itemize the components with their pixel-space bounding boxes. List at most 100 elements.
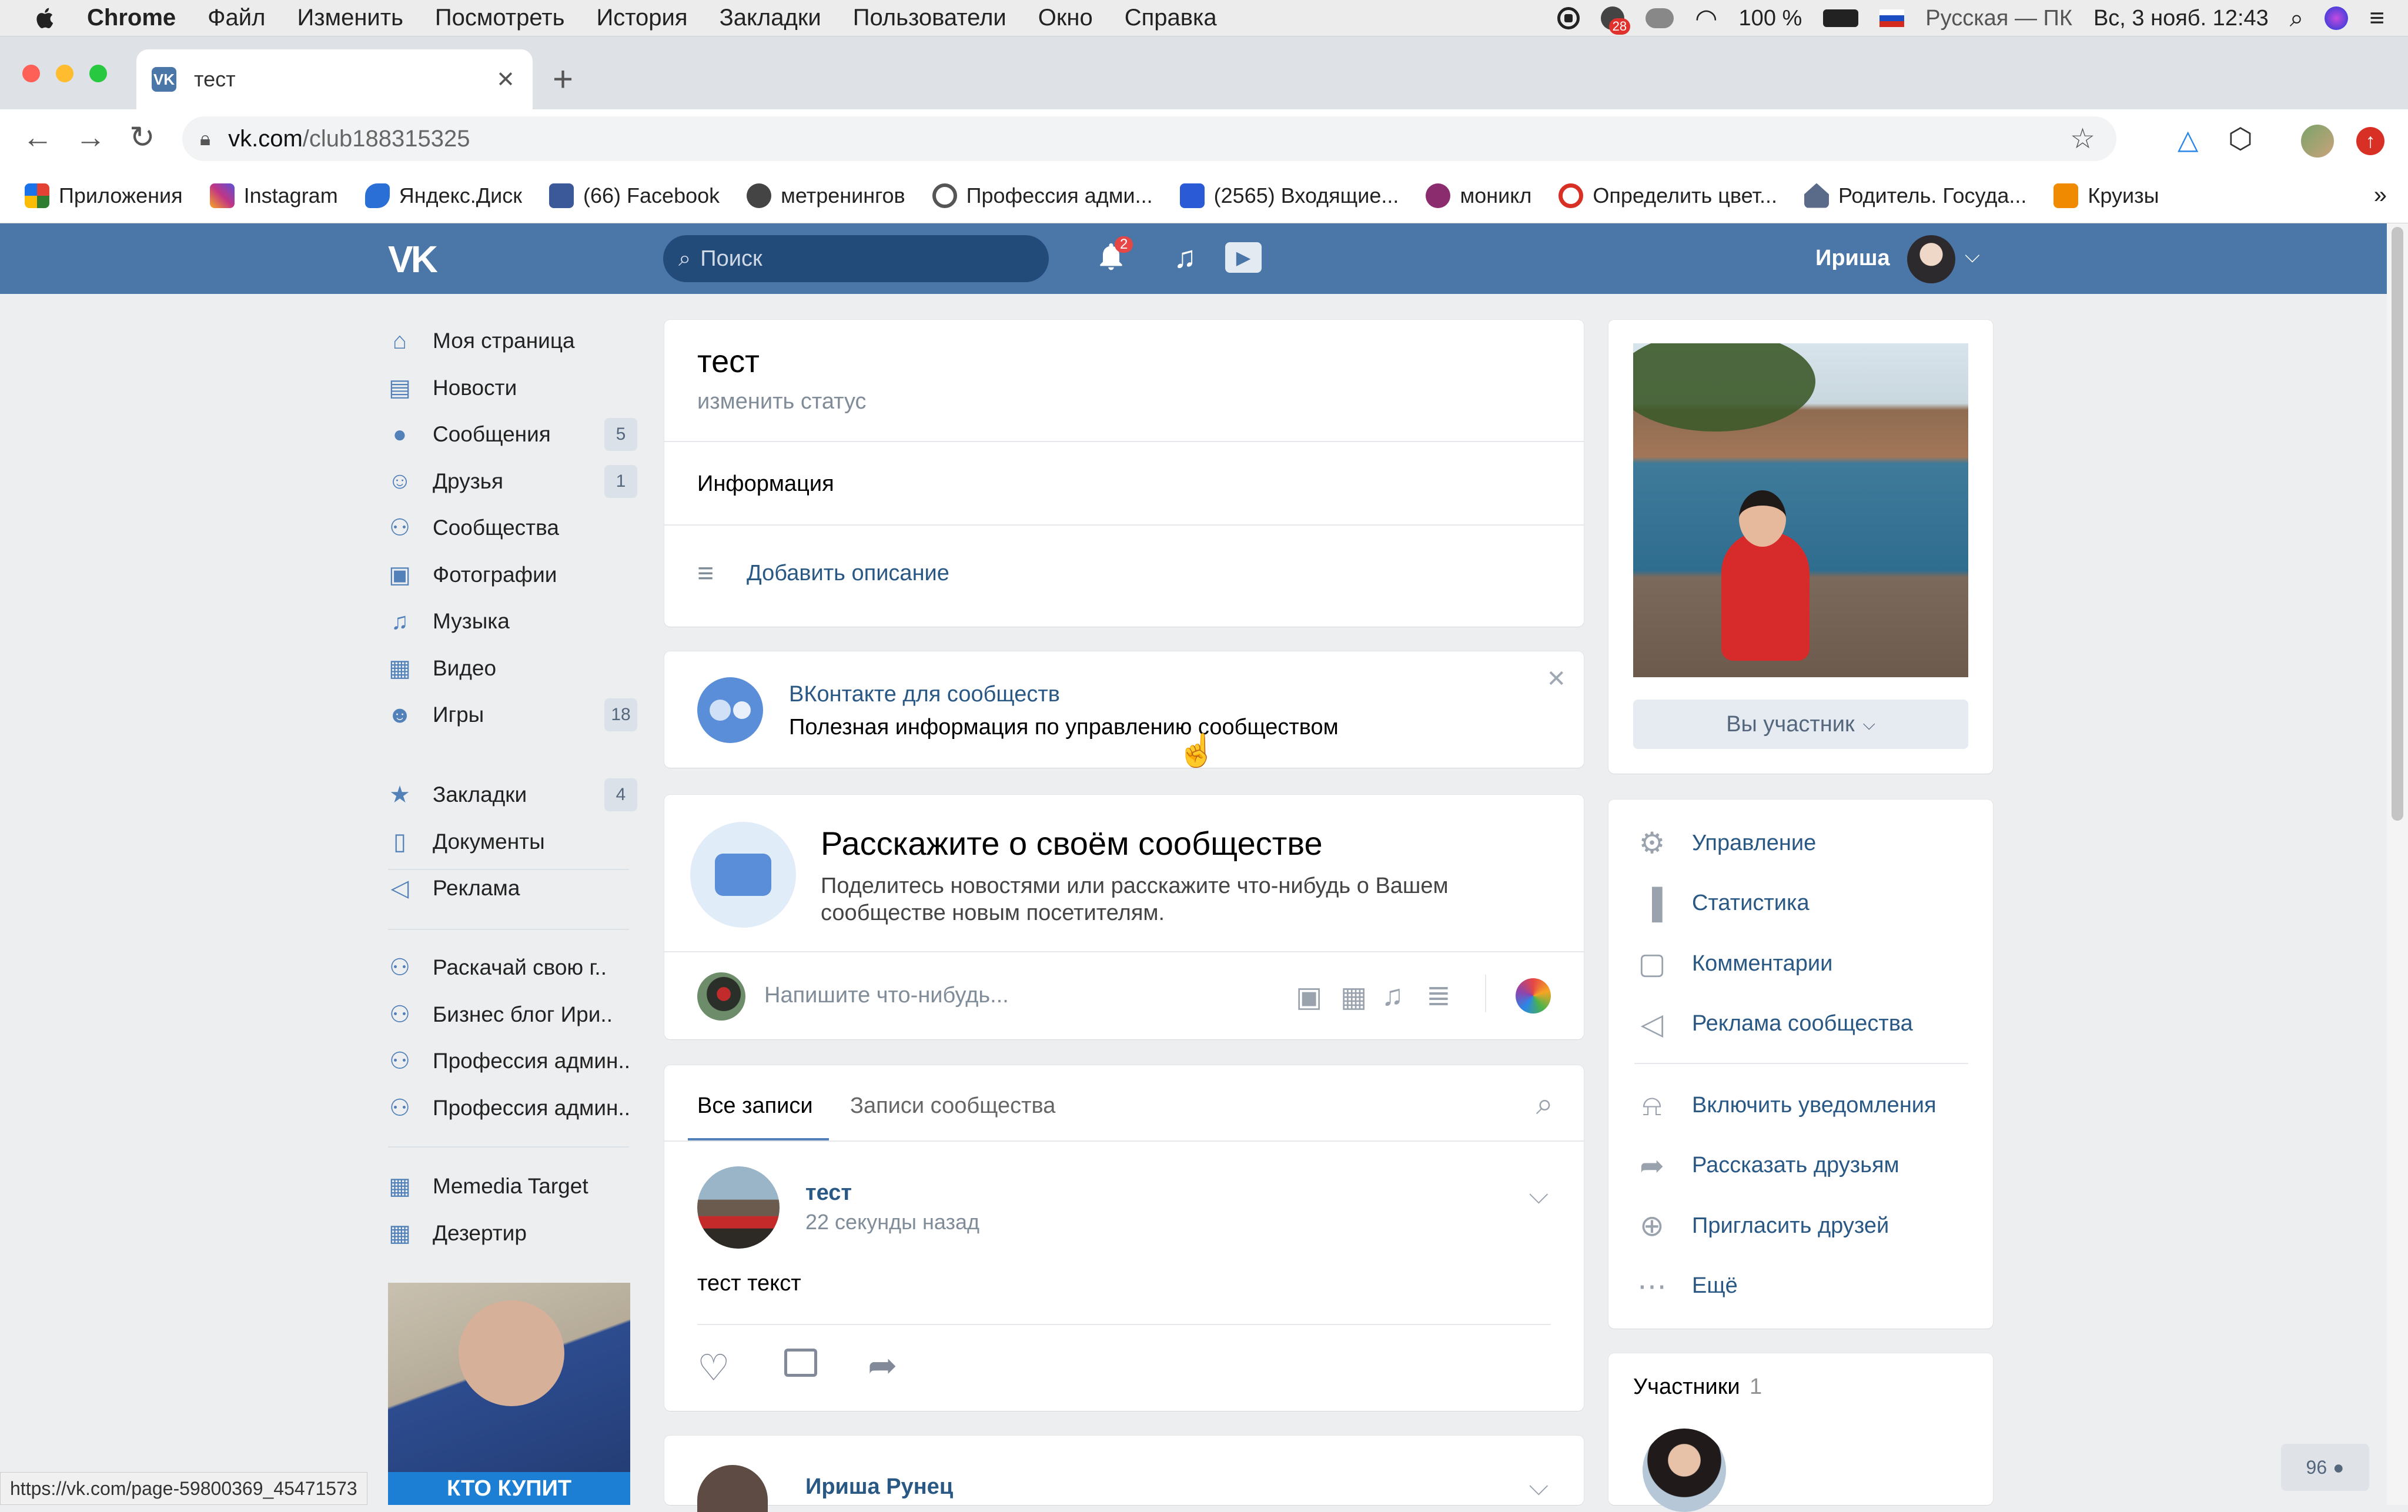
group-action-a1[interactable]: ▐ Статистика	[1634, 886, 1809, 921]
tab-community-posts[interactable]: Записи сообщества	[850, 1093, 1055, 1119]
bookmark-yandex-disk[interactable]: Яндекс.Диск	[364, 183, 522, 208]
post-time[interactable]: 22 секунды назад	[805, 1210, 979, 1235]
sidebar-item-a8[interactable]: ☻ Игры 18	[387, 691, 637, 738]
group-action-b3[interactable]: ⋯ Ещё	[1634, 1269, 1738, 1304]
sidebar-item-a0[interactable]: ⌂ Моя страница	[388, 317, 637, 364]
sidebar-item-c2[interactable]: ⚇ Профессия админ..	[388, 1038, 637, 1085]
extension-triangle-icon[interactable]: △	[2178, 123, 2198, 155]
video-film-icon[interactable]: ▦	[1340, 981, 1367, 1013]
window-close-button[interactable]	[22, 65, 40, 82]
user-name[interactable]: Ириша	[1815, 246, 1890, 271]
sidebar-item-a3[interactable]: ☺ Друзья 1	[388, 458, 637, 505]
post-author[interactable]: Ириша Рунец	[805, 1474, 953, 1500]
user-avatar[interactable]	[1907, 235, 1955, 283]
record-icon[interactable]	[1557, 7, 1580, 29]
sidebar-item-d1[interactable]: ▦ Дезертир	[388, 1210, 637, 1257]
promo-image[interactable]: КТО КУПИТ	[388, 1283, 630, 1505]
input-source-label[interactable]: Русская — ПК	[1925, 6, 2072, 31]
new-tab-button[interactable]: +	[553, 59, 573, 99]
cc-icon[interactable]	[1646, 8, 1674, 28]
sidebar-item-c3[interactable]: ⚇ Профессия админ..	[388, 1085, 637, 1132]
battery-percent[interactable]: 100 %	[1739, 6, 1802, 31]
bookmark-instagram[interactable]: Instagram	[209, 183, 338, 208]
bookmark-metreningov[interactable]: метренингов	[747, 183, 905, 208]
menubar-clock[interactable]: Вс, 3 нояб. 12:43	[2093, 6, 2269, 31]
menu-app-name[interactable]: Chrome	[87, 5, 176, 31]
siri-icon[interactable]	[2325, 6, 2349, 30]
sidebar-item-a4[interactable]: ⚇ Сообщества	[388, 504, 637, 551]
bookmark-star-icon[interactable]: ☆	[2070, 122, 2095, 155]
sidebar-item-c0[interactable]: ⚇ Раскачай свою г..	[388, 944, 637, 991]
menu-history[interactable]: История	[596, 5, 687, 31]
bookmark-inbox[interactable]: (2565) Входящие...	[1179, 183, 1399, 208]
bookmark-profession[interactable]: Профессия адми...	[932, 183, 1153, 208]
battery-icon[interactable]	[1823, 9, 1859, 27]
menu-view[interactable]: Посмотреть	[435, 5, 565, 31]
camera-icon[interactable]: ▣	[1296, 981, 1322, 1013]
menu-help[interactable]: Справка	[1125, 5, 1217, 31]
group-photo[interactable]	[1633, 343, 1968, 677]
bookmark-cruises[interactable]: Круизы	[2054, 183, 2159, 208]
sidebar-item-a1[interactable]: ▤ Новости	[388, 364, 637, 412]
tab-all-posts[interactable]: Все записи	[697, 1093, 813, 1119]
sidebar-item-a7[interactable]: ▦ Видео	[388, 645, 637, 692]
post-author[interactable]: тест	[805, 1180, 852, 1206]
scrollbar[interactable]	[2387, 223, 2408, 1505]
group-action-b1[interactable]: ➦ Рассказать друзьям	[1634, 1148, 1899, 1183]
notification-center-icon[interactable]: ≡	[2369, 4, 2384, 33]
menu-edit[interactable]: Изменить	[297, 5, 403, 31]
post-author-avatar[interactable]	[697, 1166, 780, 1249]
group-action-b2[interactable]: ⊕ Пригласить друзей	[1634, 1208, 1889, 1243]
wifi-icon[interactable]: ◠	[1695, 4, 1717, 34]
composer-avatar[interactable]	[697, 972, 745, 1021]
sidebar-item-d0[interactable]: ▦ Memedia Target	[388, 1163, 637, 1210]
profile-avatar-icon[interactable]	[2301, 125, 2334, 158]
post-menu-chevron-icon[interactable]: ⌵	[1529, 1472, 1549, 1501]
sidebar-item-c1[interactable]: ⚇ Бизнес блог Ири..	[388, 991, 637, 1038]
sidebar-item-b0[interactable]: ★ Закладки 4	[388, 771, 637, 818]
back-arrow-icon[interactable]: ←	[22, 120, 53, 155]
group-action-a2[interactable]: ▢ Комментарии	[1634, 946, 1832, 981]
browser-tab-active[interactable]: VK тест ✕	[136, 49, 533, 109]
members-title[interactable]: Участники	[1633, 1374, 1740, 1400]
sidebar-item-a5[interactable]: ▣ Фотографии	[388, 551, 637, 598]
group-action-a3[interactable]: ◁ Реклама сообщества	[1634, 1006, 1913, 1042]
comment-icon[interactable]	[784, 1349, 817, 1377]
chevron-down-icon[interactable]: ⌵	[1965, 245, 1980, 267]
group-action-b0[interactable]: ⍾ Включить уведомления	[1634, 1088, 1936, 1123]
play-video-icon[interactable]: ▶	[1225, 242, 1262, 273]
banner-close-icon[interactable]: ✕	[1546, 665, 1566, 693]
scrollbar-thumb[interactable]	[2392, 227, 2403, 821]
bookmark-apps[interactable]: Приложения	[25, 183, 183, 208]
tab-close-icon[interactable]: ✕	[496, 66, 515, 93]
group-action-a0[interactable]: ⚙ Управление	[1634, 825, 1817, 861]
lock-icon[interactable]: 🔒︎	[200, 128, 210, 150]
menu-bookmarks[interactable]: Закладки	[720, 5, 821, 31]
banner-title[interactable]: ВКонтакте для сообществ	[789, 682, 1060, 707]
sidebar-item-a2[interactable]: ● Сообщения 5	[388, 411, 637, 458]
like-heart-icon[interactable]: ♡	[697, 1346, 730, 1389]
post-author-avatar[interactable]	[697, 1465, 768, 1512]
window-minimize-button[interactable]	[56, 65, 73, 82]
menu-window[interactable]: Окно	[1038, 5, 1093, 31]
bookmark-parent[interactable]: Родитель. Госуда...	[1804, 183, 2026, 208]
sidebar-item-b1[interactable]: ▯ Документы	[388, 818, 637, 865]
vk-search-input[interactable]: ⌕ Поиск	[663, 235, 1049, 282]
music-note-icon[interactable]: ♫	[1173, 240, 1196, 275]
online-badge[interactable]: 96 ●	[2281, 1444, 2369, 1491]
notifications-bell-icon[interactable]: 2	[1095, 236, 1133, 274]
bookmarks-overflow-icon[interactable]: »	[2374, 182, 2387, 209]
app-notification-icon[interactable]: 28	[1601, 6, 1631, 35]
add-description-link[interactable]: Добавить описание	[747, 561, 949, 586]
reload-icon[interactable]: ↻	[129, 120, 155, 155]
bookmark-monikl[interactable]: моникл	[1426, 183, 1531, 208]
change-status-link[interactable]: изменить статус	[697, 389, 867, 414]
forward-arrow-icon[interactable]: →	[75, 120, 106, 155]
compose-input[interactable]: Напишите что-нибудь...	[764, 983, 1009, 1008]
vk-logo-icon[interactable]: VK	[388, 237, 444, 280]
post-menu-chevron-icon[interactable]: ⌵	[1529, 1180, 1549, 1210]
address-bar[interactable]: 🔒︎ vk.com/club188315325 ☆	[182, 116, 2116, 161]
update-red-icon[interactable]: ↑	[2356, 127, 2384, 155]
search-icon[interactable]: ⌕	[1536, 1086, 1553, 1122]
share-arrow-icon[interactable]: ➦	[868, 1345, 897, 1386]
